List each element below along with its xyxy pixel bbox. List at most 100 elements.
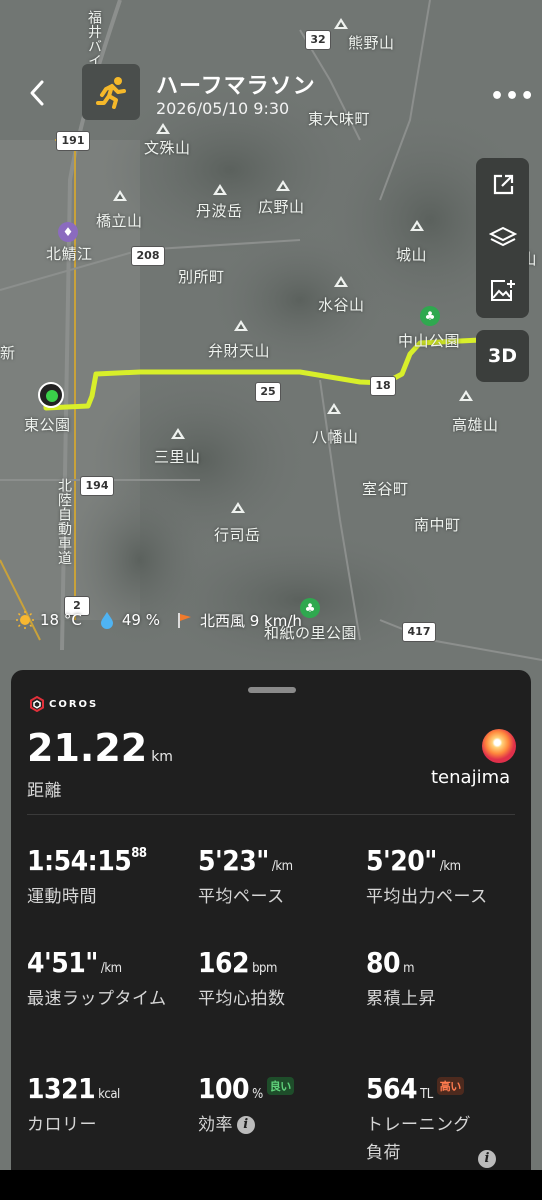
map-tools: [476, 158, 529, 318]
metric-elevation: 80 m 累積上昇: [366, 946, 536, 1013]
metric-label: 運動時間: [27, 887, 97, 907]
activity-title: ハーフマラソン: [156, 74, 316, 99]
metric-label: トレーニング負荷: [366, 1115, 471, 1163]
sun-icon: [16, 611, 34, 629]
metric-unit: %: [252, 1087, 263, 1102]
distance-unit: km: [151, 749, 173, 765]
map-label: 行司岳: [214, 526, 261, 544]
distance-value-row: 21.22 km: [27, 726, 173, 770]
mountain-icon: [459, 390, 473, 401]
route-marker: 25: [255, 382, 281, 402]
metric-value: 1321: [27, 1072, 96, 1105]
metric-value: 4'51": [27, 946, 98, 979]
metric-label: 平均心拍数: [198, 989, 286, 1009]
metric-label: カロリー: [27, 1115, 97, 1135]
map-label: 南中町: [414, 516, 461, 534]
map-label: 北陸自動車道: [56, 478, 72, 565]
metric-avg-power-pace: 5'20"/km 平均出力ペース: [366, 844, 536, 911]
status-badge: 高い: [436, 1077, 464, 1095]
back-button[interactable]: [26, 78, 52, 108]
metric-value: 1:54:15: [27, 844, 132, 877]
map-label: 東公園: [24, 416, 71, 434]
map-label: 新: [0, 344, 16, 362]
map-label: 三里山: [154, 448, 201, 466]
distance-value: 21.22: [27, 726, 148, 770]
metric-value: 100: [198, 1072, 250, 1105]
map-label: 城山: [396, 246, 428, 264]
metric-label: 最速ラップタイム: [27, 989, 167, 1009]
share-button[interactable]: [476, 158, 529, 211]
divider: [27, 814, 515, 815]
route-marker: 32: [305, 30, 331, 50]
metric-unit: /km: [100, 961, 122, 976]
drag-handle[interactable]: [248, 687, 296, 693]
mountain-icon: [276, 180, 290, 191]
add-image-button[interactable]: [476, 264, 529, 317]
route-marker: 194: [80, 476, 114, 496]
metric-unit: bpm: [252, 961, 277, 976]
metric-unit: TL: [420, 1087, 433, 1102]
username[interactable]: tenajima: [431, 767, 510, 788]
route-marker: 417: [402, 622, 436, 642]
add-image-icon: [490, 279, 515, 301]
route-marker: 18: [370, 376, 396, 396]
layers-icon: [488, 226, 517, 246]
metric-unit: m: [403, 961, 414, 976]
layers-button[interactable]: [476, 211, 529, 264]
map-label: 中山公園: [398, 332, 461, 350]
info-icon[interactable]: i: [478, 1150, 496, 1168]
metric-duration: 1:54:1588 運動時間: [27, 844, 197, 911]
info-icon[interactable]: i: [237, 1116, 255, 1134]
map-label: 文殊山: [144, 139, 191, 157]
map-label: 丹波岳: [196, 202, 243, 220]
mountain-icon: [156, 123, 170, 134]
mountain-icon: [327, 403, 341, 414]
mountain-icon: [334, 276, 348, 287]
humidity-icon: [98, 611, 116, 629]
map-label: 別所町: [178, 268, 225, 286]
metric-label: 平均ペース: [198, 887, 285, 907]
chevron-left-icon: [30, 80, 44, 106]
wind: 北西風 9 km/h: [199, 611, 302, 630]
summary-panel[interactable]: COROS 21.22 km 距離 tenajima 1:54:1588 運動時間…: [11, 670, 531, 1170]
map-label: 八幡山: [312, 428, 359, 446]
route-marker: 208: [131, 246, 165, 266]
park-icon: ♣: [300, 598, 320, 618]
metric-label: 平均出力ペース: [366, 887, 488, 907]
more-horizontal-icon: •••: [490, 84, 536, 109]
metric-value: 5'23": [198, 844, 269, 877]
avatar[interactable]: [482, 729, 516, 763]
map-label: 橋立山: [96, 212, 143, 230]
metric-avg-hr: 162 bpm 平均心拍数: [198, 946, 368, 1013]
metric-efficiency: 100 %良い 効率 i: [198, 1072, 368, 1139]
share-icon: [493, 174, 513, 194]
temperature: 18 °C: [40, 611, 82, 629]
start-marker: [38, 382, 64, 408]
metric-unit: kcal: [98, 1087, 120, 1102]
metric-value: 5'20": [366, 844, 437, 877]
mountain-icon: [231, 502, 245, 513]
3d-toggle-button[interactable]: 3D: [476, 330, 529, 382]
system-nav-bar: [0, 1170, 542, 1200]
status-badge: 良い: [266, 1077, 294, 1095]
mountain-icon: [334, 18, 348, 29]
mountain-icon: [234, 320, 248, 331]
mountain-icon: [171, 428, 185, 439]
mountain-icon: [213, 184, 227, 195]
more-button[interactable]: •••: [490, 84, 535, 109]
weather-bar: 18 °C 49 % 北西風 9 km/h: [16, 610, 302, 630]
wind-icon: [176, 611, 194, 629]
map-label: 東大味町: [308, 110, 371, 128]
metric-sup: 88: [131, 846, 147, 861]
activity-datetime: 2026/05/10 9:30: [156, 99, 290, 118]
metric-avg-pace: 5'23"/km 平均ペース: [198, 844, 368, 911]
metric-value: 162: [198, 946, 250, 979]
mountain-icon: [113, 190, 127, 201]
brand-name: COROS: [49, 698, 99, 710]
metric-unit: /km: [439, 859, 461, 874]
metric-value: 564: [366, 1072, 418, 1105]
metric-value: 80: [366, 946, 401, 979]
metric-training-load: 564 TL高い トレーニング負荷 i: [366, 1072, 506, 1168]
metric-fastest-lap: 4'51"/km 最速ラップタイム: [27, 946, 177, 1013]
mountain-icon: [410, 220, 424, 231]
